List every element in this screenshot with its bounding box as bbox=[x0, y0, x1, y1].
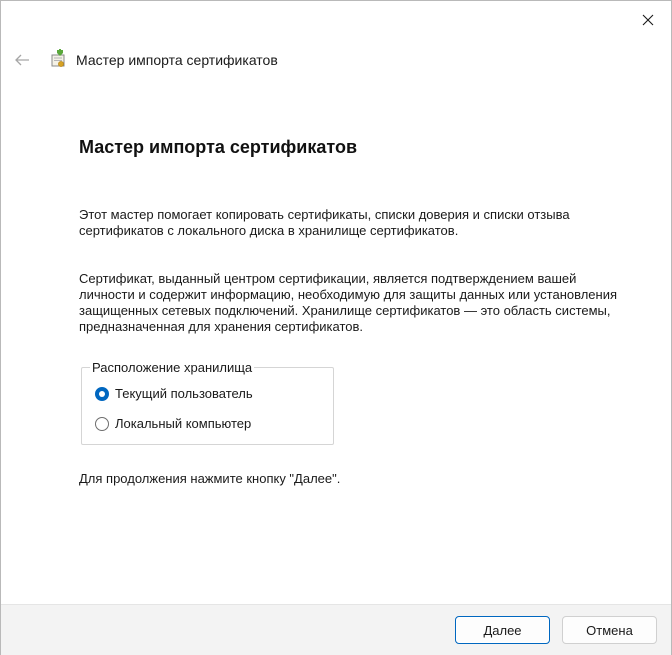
back-arrow-icon bbox=[15, 54, 29, 66]
certificate-wizard-icon bbox=[48, 48, 68, 69]
close-icon bbox=[642, 14, 654, 26]
description-paragraph: Сертификат, выданный центром сертификаци… bbox=[79, 271, 618, 334]
store-location-group: Расположение хранилища Текущий пользоват… bbox=[81, 360, 334, 445]
next-button[interactable]: Далее bbox=[455, 616, 550, 644]
window-title: Мастер импорта сертификатов bbox=[76, 52, 278, 68]
radio-local-machine[interactable]: Локальный компьютер bbox=[95, 416, 251, 431]
close-button[interactable] bbox=[625, 1, 671, 39]
continue-hint: Для продолжения нажмите кнопку "Далее". bbox=[79, 471, 341, 486]
radio-selected-icon[interactable] bbox=[95, 386, 109, 401]
radio-local-machine-label: Локальный компьютер bbox=[115, 416, 252, 431]
store-location-legend: Расположение хранилища bbox=[90, 360, 255, 375]
wizard-window: Мастер импорта сертификатов Мастер импор… bbox=[0, 0, 672, 655]
radio-unselected-icon[interactable] bbox=[95, 416, 109, 431]
radio-current-user-label: Текущий пользователь bbox=[115, 386, 253, 401]
cancel-button[interactable]: Отмена bbox=[562, 616, 657, 644]
intro-paragraph: Этот мастер помогает копировать сертифик… bbox=[79, 207, 570, 238]
radio-current-user[interactable]: Текущий пользователь bbox=[95, 386, 253, 401]
footer-bar: Далее Отмена bbox=[1, 604, 671, 655]
nav-row: Мастер импорта сертификатов bbox=[1, 41, 671, 81]
back-button[interactable] bbox=[9, 47, 35, 73]
page-heading: Мастер импорта сертификатов bbox=[79, 137, 358, 157]
